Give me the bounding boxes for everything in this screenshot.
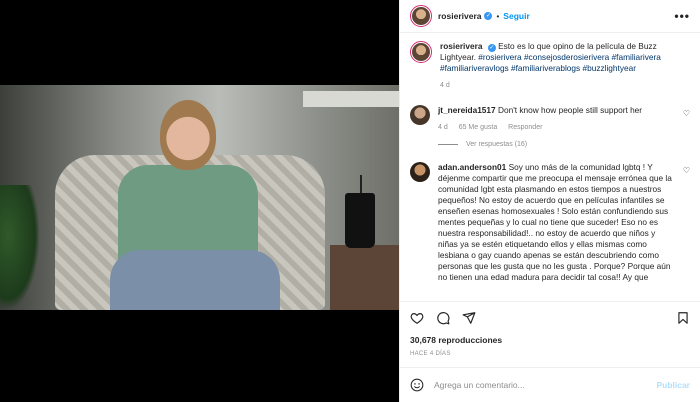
comment-text: Soy uno más de la comunidad lgbtq ! Y dé… <box>438 162 672 282</box>
avatar[interactable] <box>410 5 432 27</box>
bookmark-icon[interactable] <box>676 311 690 325</box>
verified-icon: ✓ <box>484 12 493 20</box>
plant <box>0 185 40 310</box>
more-options-icon[interactable]: ••• <box>674 9 690 23</box>
comment-input[interactable] <box>434 379 657 390</box>
share-icon[interactable] <box>462 311 476 325</box>
emoji-icon[interactable] <box>410 378 424 392</box>
caption-avatar[interactable] <box>410 41 432 63</box>
side-table <box>330 245 399 310</box>
post-header: rosierivera ✓ • Seguir ••• <box>400 0 700 33</box>
comment-likes[interactable]: 65 Me gusta <box>459 124 498 131</box>
like-comment-icon[interactable]: ♡ <box>683 109 690 118</box>
posted-time: HACE 4 DÍAS <box>410 351 451 357</box>
comment-time: 4 d <box>438 124 448 131</box>
add-comment-bar: Publicar <box>400 367 700 401</box>
video-player[interactable] <box>0 0 399 402</box>
comments-list[interactable]: rosierivera ✓ Esto es lo que opino de la… <box>400 33 700 301</box>
comment-item: jt_nereida1517 Don't know how people sti… <box>410 105 690 133</box>
view-replies-label: Ver respuestas (16) <box>466 141 528 148</box>
comment-item: adan.anderson01 Soy uno más de la comuni… <box>410 162 690 283</box>
header-username[interactable]: rosierivera <box>438 11 481 21</box>
person-jeans <box>110 250 280 310</box>
follow-button[interactable]: Seguir <box>503 11 529 21</box>
video-frame[interactable] <box>0 85 399 310</box>
caption-time: 4 d <box>440 82 450 89</box>
verified-icon: ✓ <box>487 44 496 52</box>
heart-icon[interactable] <box>410 311 424 325</box>
caption: rosierivera ✓ Esto es lo que opino de la… <box>410 41 690 91</box>
caption-username[interactable]: rosierivera <box>440 41 482 51</box>
comment-avatar[interactable] <box>410 162 430 182</box>
publish-button[interactable]: Publicar <box>656 380 690 390</box>
comment-username[interactable]: jt_nereida1517 <box>438 105 496 115</box>
like-comment-icon[interactable]: ♡ <box>683 166 690 175</box>
views-count[interactable]: 30,678 reproducciones <box>410 335 690 345</box>
comment-icon[interactable] <box>436 311 450 325</box>
straw <box>360 175 362 195</box>
shelf <box>303 91 399 107</box>
comment-username[interactable]: adan.anderson01 <box>438 162 506 172</box>
tumbler-cup <box>345 193 375 248</box>
reply-button[interactable]: Responder <box>508 124 542 131</box>
replies-line <box>438 144 458 145</box>
instagram-post: rosierivera ✓ • Seguir ••• rosierivera ✓… <box>0 0 700 402</box>
comment-text: Don't know how people still support her <box>497 105 643 115</box>
person-head <box>160 100 216 170</box>
comment-avatar[interactable] <box>410 105 430 125</box>
separator: • <box>496 11 500 21</box>
view-replies-button[interactable]: Ver respuestas (16) <box>438 141 690 148</box>
post-sidebar: rosierivera ✓ • Seguir ••• rosierivera ✓… <box>399 0 700 402</box>
